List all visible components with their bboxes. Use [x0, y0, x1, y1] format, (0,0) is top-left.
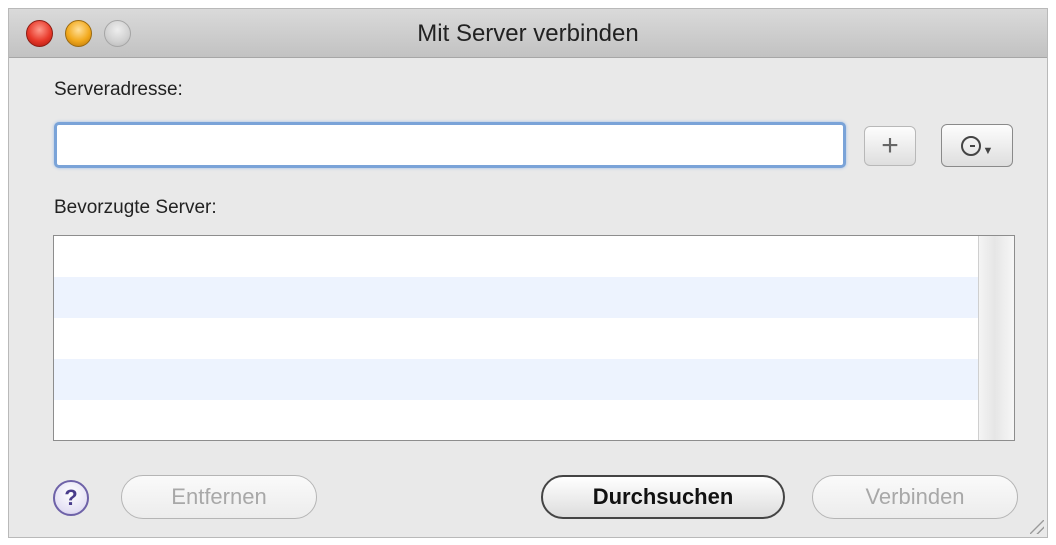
- recent-servers-button[interactable]: ▼: [941, 124, 1013, 167]
- plus-icon: +: [881, 129, 899, 162]
- browse-button[interactable]: Durchsuchen: [541, 475, 785, 519]
- title-bar[interactable]: Mit Server verbinden: [9, 9, 1047, 58]
- list-item[interactable]: [54, 359, 978, 400]
- server-address-label: Serveradresse:: [54, 79, 183, 100]
- resize-grip-icon[interactable]: [1030, 520, 1044, 534]
- clock-icon: [960, 135, 981, 156]
- list-scrollbar[interactable]: [978, 236, 1014, 440]
- window-title: Mit Server verbinden: [417, 20, 639, 47]
- list-item[interactable]: [54, 277, 978, 318]
- help-button[interactable]: ?: [53, 480, 89, 516]
- add-favorite-button[interactable]: +: [864, 126, 916, 166]
- chevron-down-icon: ▼: [982, 144, 994, 157]
- list-item[interactable]: [54, 236, 978, 277]
- connect-button[interactable]: Verbinden: [812, 475, 1018, 519]
- favorite-servers-list[interactable]: [53, 235, 1015, 441]
- server-address-input[interactable]: [54, 122, 846, 168]
- list-item[interactable]: [54, 318, 978, 359]
- favorite-servers-label: Bevorzugte Server:: [54, 197, 217, 218]
- list-item[interactable]: [54, 400, 978, 440]
- remove-button[interactable]: Entfernen: [121, 475, 317, 519]
- connect-to-server-window: Mit Server verbinden Serveradresse: + ▼ …: [8, 8, 1048, 538]
